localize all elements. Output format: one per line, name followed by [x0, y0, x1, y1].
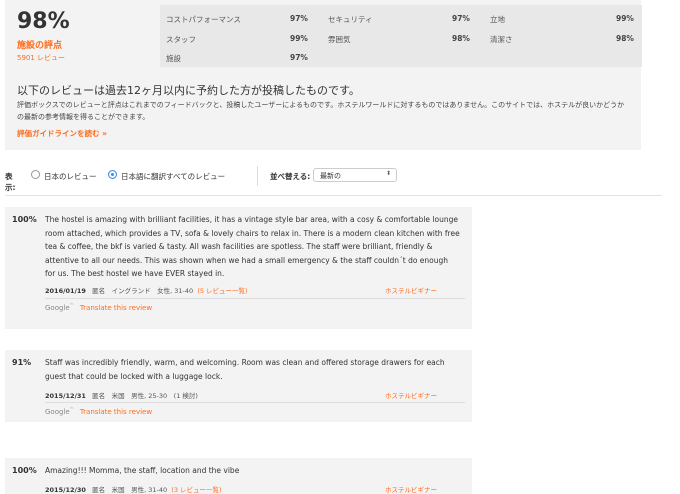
section-divider	[5, 195, 662, 196]
category-name: 立地	[490, 15, 505, 24]
category-security: セキュリティ 97%	[328, 14, 470, 25]
category-facilities: 施設 97%	[166, 53, 308, 64]
category-percent: 97%	[290, 14, 308, 23]
translate-review-link[interactable]: Translate this review	[80, 304, 152, 312]
reviewer-info: 匿名 イングランド 女性, 31-40	[92, 287, 194, 295]
category-name: スタッフ	[166, 35, 196, 44]
category-name: 施設	[166, 54, 181, 63]
review-info-text: 評価ボックスでのレビューと評点はこれまでのフィードバックと、投稿したユーザーによ…	[17, 101, 625, 121]
review-date: 2015/12/30	[45, 486, 86, 494]
review-date: 2015/12/31	[45, 392, 86, 400]
category-percent: 97%	[452, 14, 470, 23]
review-score: 100%	[12, 466, 37, 475]
review-divider	[45, 298, 465, 299]
review-card: 100% The hostel is amazing with brillian…	[5, 207, 472, 329]
category-cleanliness: 清潔さ 98%	[490, 34, 634, 45]
sort-select[interactable]: 最新の ⬍	[313, 168, 397, 182]
radio-japanese-reviews[interactable]	[31, 170, 40, 179]
review-date: 2016/01/19	[45, 287, 86, 295]
category-percent: 97%	[290, 53, 308, 62]
overall-score: 98%	[17, 9, 70, 34]
reviewer-badge: ホステルビギナー	[385, 287, 437, 295]
review-meta: 2015/12/31 匿名 米国 男性, 25-30 (1 検討)	[45, 390, 198, 400]
category-name: 清潔さ	[490, 35, 513, 44]
review-text: The hostel is amazing with brilliant fac…	[45, 215, 460, 278]
radio-japanese-reviews-label[interactable]: 日本のレビュー	[44, 171, 97, 182]
category-location: 立地 99%	[490, 14, 634, 25]
rating-summary: 98% 施設の評点 5901 レビュー コストパフォーマンス 97% セキュリテ…	[5, 0, 642, 150]
filter-divider	[257, 166, 258, 186]
sort-select-value: 最新の	[320, 172, 341, 180]
review-card: 91% Staff was incredibly friendly, warm,…	[5, 350, 472, 422]
review-score: 91%	[12, 358, 32, 367]
guidelines-link[interactable]: 評価ガイドラインを読む »	[17, 128, 107, 139]
category-atmosphere: 雰囲気 98%	[328, 34, 470, 45]
sort-label: 並べ替える:	[270, 172, 311, 181]
translate-row: Google™ Translate this review	[45, 407, 152, 416]
review-count: 5901 レビュー	[17, 54, 66, 62]
review-meta: 2015/12/30 匿名 米国 男性, 31-40 (3 レビュー一覧)	[45, 484, 222, 494]
review-info-title: 以下のレビューは過去12ヶ月以内に予約した方が投稿したものです。	[17, 84, 360, 97]
reviewer-badge: ホステルビギナー	[385, 392, 437, 400]
translate-review-link[interactable]: Translate this review	[80, 408, 152, 416]
overall-score-block: 98% 施設の評点 5901 レビュー	[17, 10, 70, 63]
category-percent: 98%	[452, 34, 470, 43]
review-text: Amazing!!! Momma, the staff, location an…	[45, 466, 240, 475]
review-score: 100%	[12, 215, 37, 224]
category-staff: スタッフ 99%	[166, 34, 308, 45]
radio-all-translated-reviews[interactable]	[108, 170, 117, 179]
show-label: 表示:	[5, 172, 16, 192]
reviewer-reviews-link[interactable]: (3 レビュー一覧)	[171, 486, 221, 494]
reviewer-info: 匿名 米国 男性, 31-40	[92, 486, 168, 494]
overall-score-label: 施設の評点	[17, 41, 63, 51]
category-name: コストパフォーマンス	[166, 15, 241, 24]
review-divider	[45, 402, 465, 403]
category-value-for-money: コストパフォーマンス 97%	[166, 14, 308, 25]
reviewer-badge: ホステルビギナー	[385, 486, 437, 494]
review-meta: 2016/01/19 匿名 イングランド 女性, 31-40 (5 レビュー一覧…	[45, 285, 248, 295]
category-ratings: コストパフォーマンス 97% セキュリティ 97% 立地 99% スタッフ 99…	[160, 5, 642, 67]
category-name: セキュリティ	[328, 15, 373, 24]
radio-all-translated-label[interactable]: 日本語に翻訳すべてのレビュー	[121, 171, 225, 182]
category-percent: 98%	[616, 34, 634, 43]
select-arrows-icon: ⬍	[385, 170, 391, 177]
review-card: 100% Amazing!!! Momma, the staff, locati…	[5, 458, 472, 494]
google-logo: Google™	[45, 303, 74, 313]
reviewer-info: 匿名 米国 男性, 25-30 (1 検討)	[92, 392, 198, 400]
google-logo: Google™	[45, 407, 74, 417]
category-percent: 99%	[616, 14, 634, 23]
category-percent: 99%	[290, 34, 308, 43]
reviewer-reviews-link[interactable]: (5 レビュー一覧)	[197, 287, 247, 295]
review-text: Staff was incredibly friendly, warm, and…	[45, 358, 445, 381]
translate-row: Google™ Translate this review	[45, 303, 152, 312]
category-name: 雰囲気	[328, 35, 351, 44]
